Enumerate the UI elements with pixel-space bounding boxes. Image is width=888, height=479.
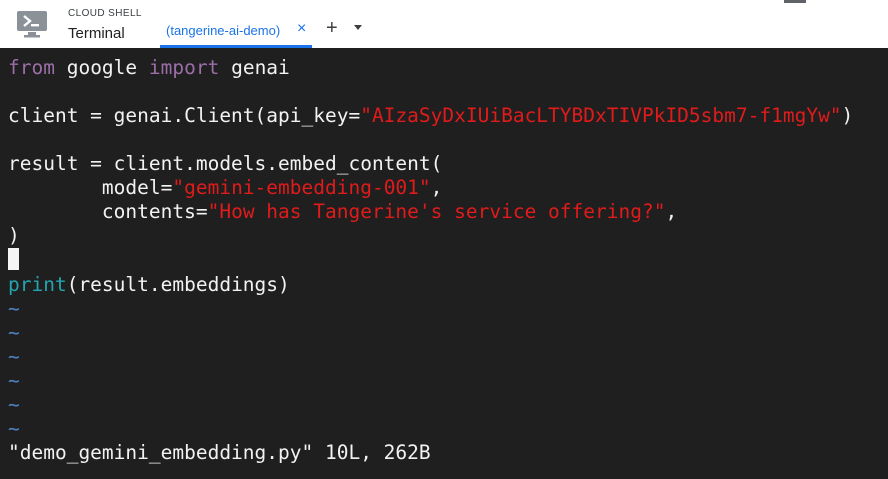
code-text: contents=: [8, 200, 208, 223]
code-line-10: print(result.embeddings): [8, 273, 290, 296]
model-string: "gemini-embedding-001": [172, 176, 431, 199]
chevron-down-icon[interactable]: [354, 25, 362, 30]
builtin-print: print: [8, 273, 67, 296]
text-cursor: [8, 248, 19, 270]
app-title: Terminal: [68, 25, 125, 42]
code-text: google: [54, 56, 149, 79]
app-subtitle: CLOUD SHELL: [68, 8, 142, 19]
empty-line-marker: ~: [8, 393, 20, 416]
empty-line-marker: ~: [8, 417, 20, 440]
status-message: "demo_gemini_embedding.py" 10L, 262B: [8, 441, 431, 464]
code-line-8: ): [8, 224, 20, 247]
empty-line-marker: ~: [8, 321, 20, 344]
empty-line-marker: ~: [8, 297, 20, 320]
code-text: ): [841, 104, 854, 127]
empty-line-marker: ~: [8, 345, 20, 368]
terminal-panel[interactable]: from google import genai client = genai.…: [0, 48, 888, 479]
code-text: genai: [219, 56, 290, 79]
code-text: ,: [430, 176, 443, 199]
cloud-shell-header: CLOUD SHELL Terminal (tangerine-ai-demo)…: [0, 0, 888, 48]
code-line-5: result = client.models.embed_content(: [8, 152, 443, 175]
keyword-import: import: [148, 56, 220, 79]
close-icon[interactable]: ×: [297, 20, 306, 38]
code-line-3: client = genai.Client(api_key="AIzaSyDxI…: [8, 104, 853, 127]
cloud-shell-terminal-icon: [17, 11, 47, 38]
code-text: ,: [665, 200, 678, 223]
code-line-7: contents="How has Tangerine's service of…: [8, 200, 677, 223]
app-title-block: CLOUD SHELL Terminal: [68, 8, 142, 44]
keyword-from: from: [8, 56, 55, 79]
code-line-6: model="gemini-embedding-001",: [8, 176, 443, 199]
add-icon[interactable]: +: [326, 17, 338, 40]
contents-string: "How has Tangerine's service offering?": [207, 200, 666, 223]
api-key-string: "AIzaSyDxIUiBacLTYBDxTIVPkID5sbm7-f1mgYw…: [360, 104, 842, 127]
code-text: client = genai.Client(api_key=: [8, 104, 361, 127]
tab-label[interactable]: (tangerine-ai-demo): [166, 23, 280, 38]
code-line-1: from google import genai: [8, 56, 290, 79]
editor-buffer[interactable]: from google import genai client = genai.…: [8, 56, 853, 465]
code-text: (result.embeddings): [66, 273, 290, 296]
code-text: model=: [8, 176, 173, 199]
empty-line-marker: ~: [8, 369, 20, 392]
menu-line-icon[interactable]: [784, 0, 806, 3]
